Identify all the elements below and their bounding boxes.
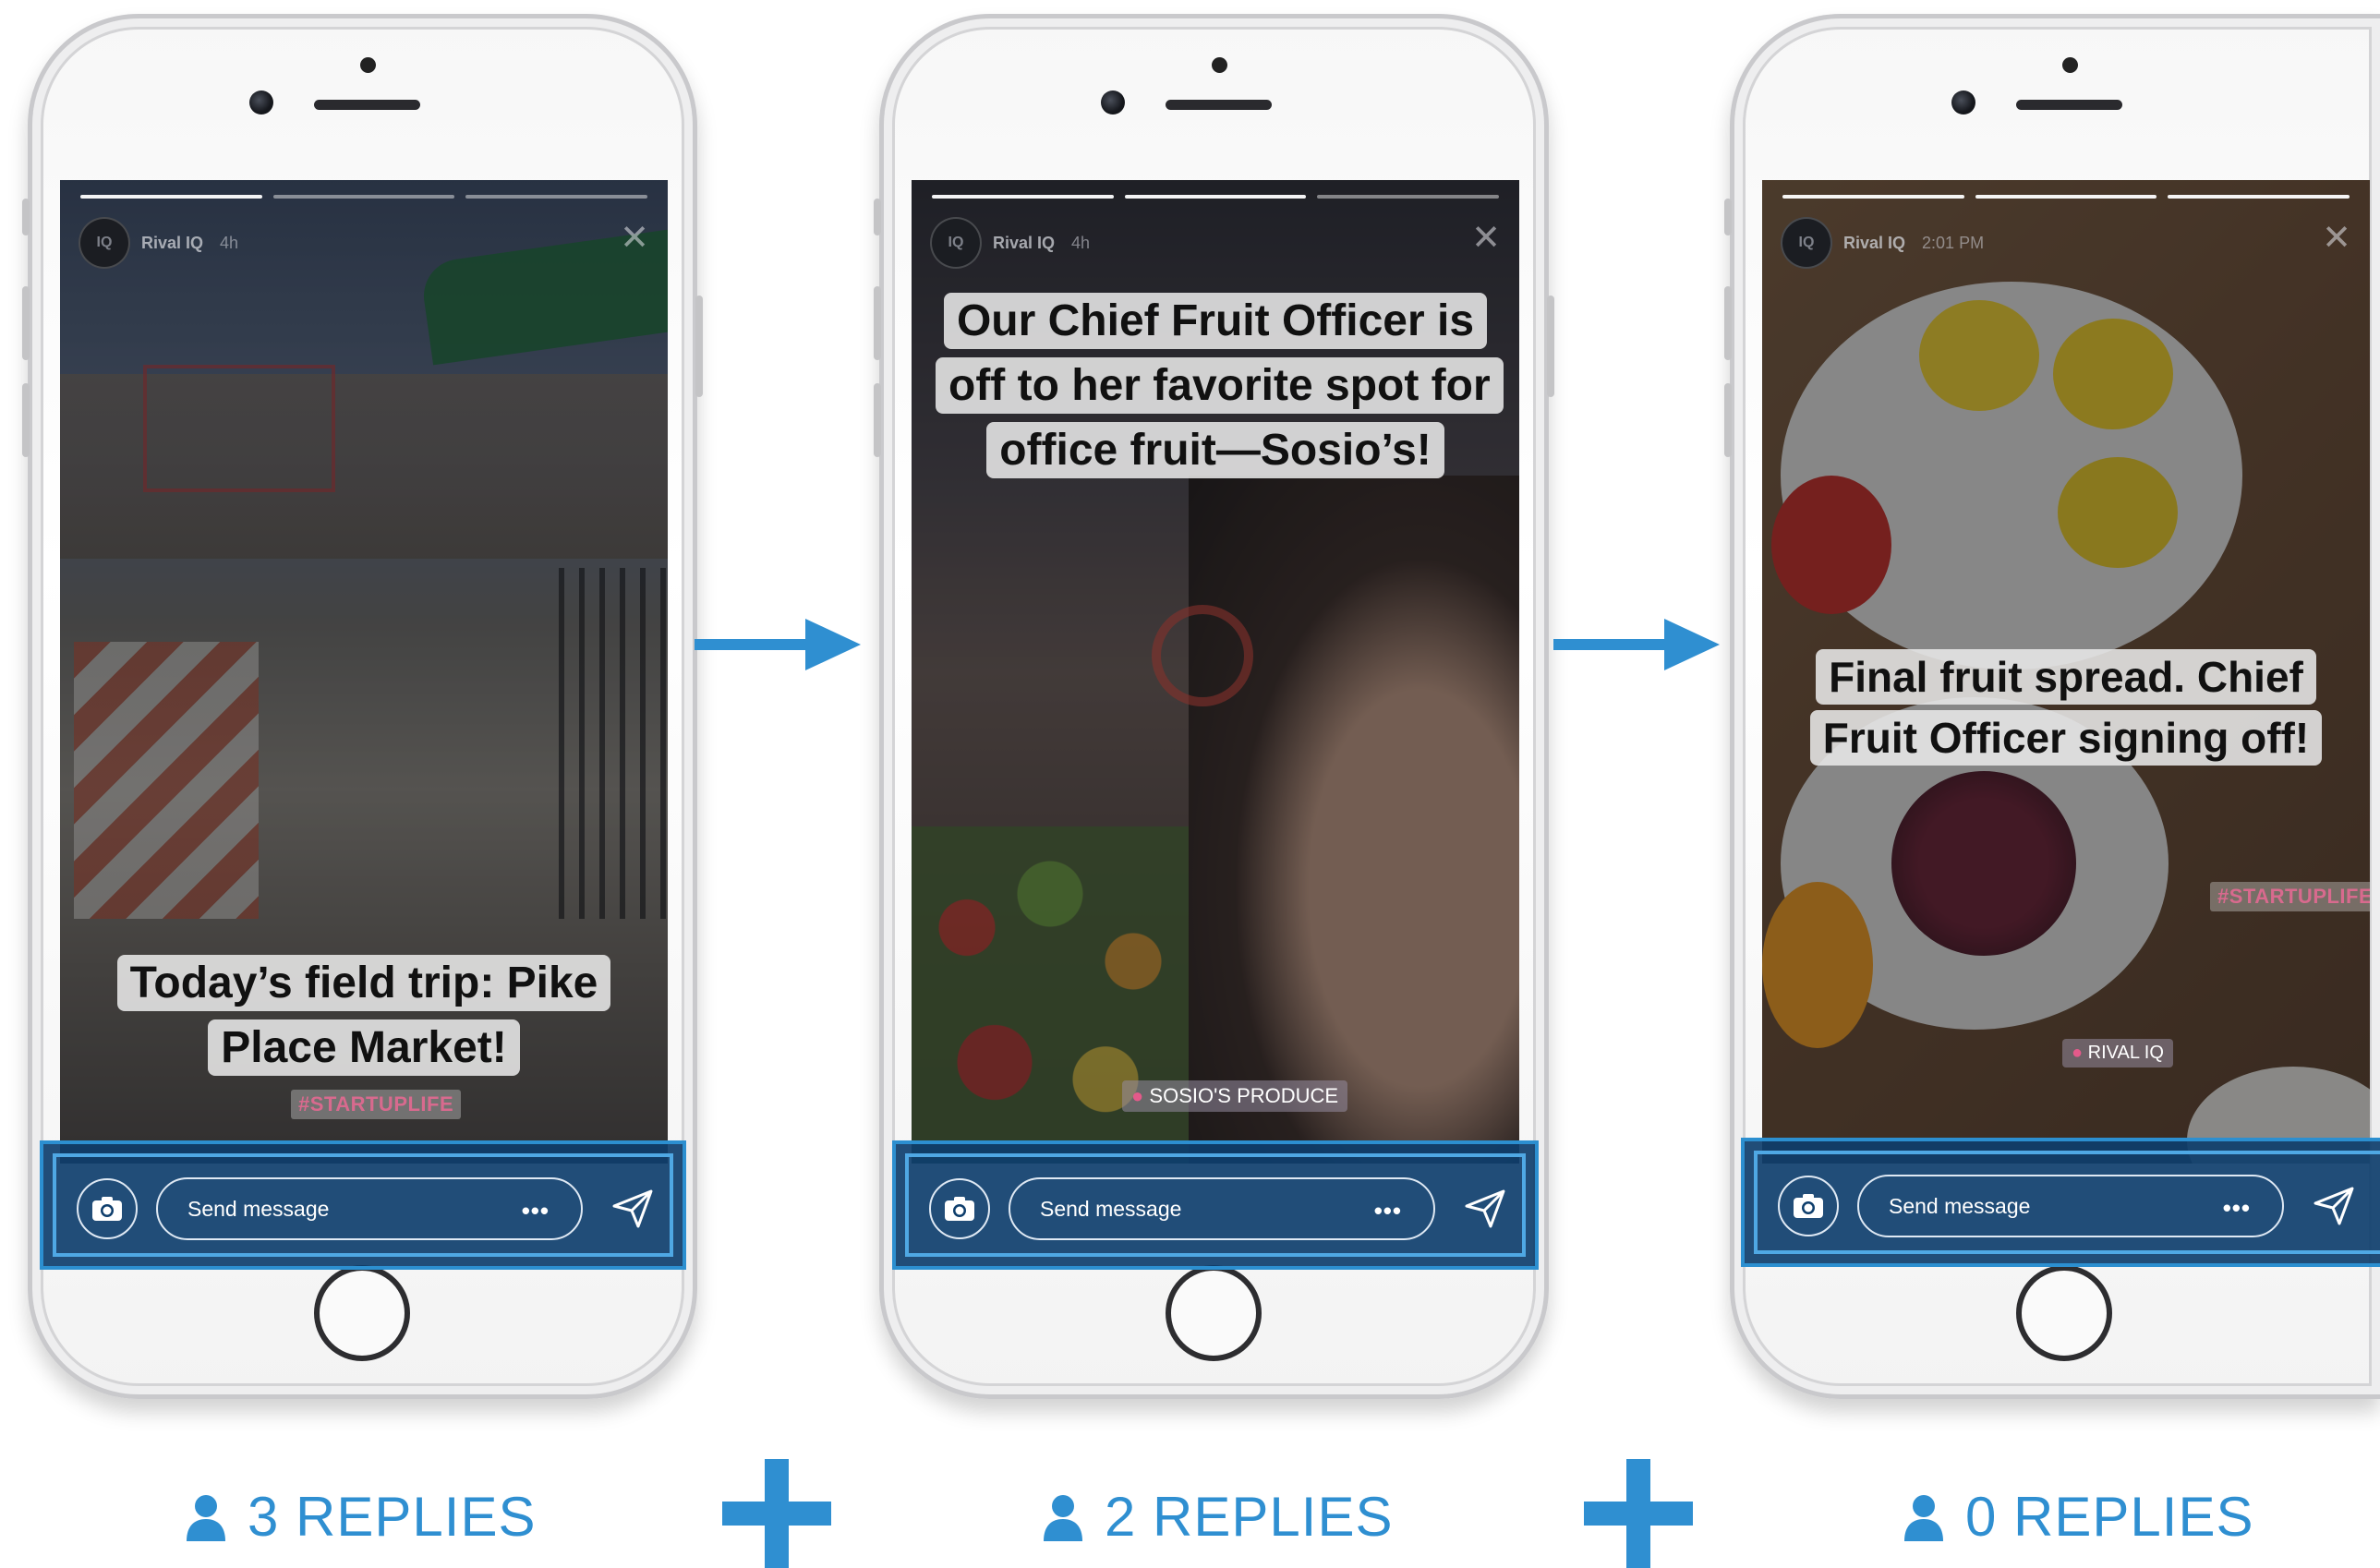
person-icon (1904, 1494, 1943, 1541)
reply-bar-highlight-3: Send message ••• (1741, 1138, 2380, 1267)
arrow-right-icon (695, 619, 861, 670)
story-timestamp: 2:01 PM (1922, 233, 1985, 252)
earpiece-speaker (314, 100, 420, 110)
replies-count-1: 3 REPLIES (185, 1485, 537, 1549)
location-sticker[interactable]: ● SOSIO'S PRODUCE (1122, 1080, 1348, 1112)
story-progress-bar (932, 195, 1500, 199)
story-header: IQ Rival IQ 2:01 PM (1781, 217, 1984, 269)
story-timestamp: 4h (1071, 233, 1091, 252)
location-sticker[interactable]: ● RIVAL IQ (2062, 1039, 2173, 1067)
story-screen-1[interactable]: IQ Rival IQ 4h ✕ Today’s field trip: Pik… (60, 180, 668, 1164)
story-progress-bar (1782, 195, 2350, 199)
account-name[interactable]: Rival IQ (141, 234, 203, 253)
front-camera (249, 90, 273, 115)
account-name[interactable]: Rival IQ (993, 234, 1055, 253)
story-caption: Our Chief Fruit Officer is off to her fa… (912, 289, 1519, 483)
story-caption: Today’s field trip: Pike Place Market! (60, 951, 668, 1080)
send-message-input[interactable]: Send message ••• (1009, 1177, 1435, 1240)
camera-button[interactable] (77, 1178, 138, 1239)
reply-bar-highlight-1: Send message ••• (40, 1140, 686, 1270)
front-camera (1101, 90, 1125, 115)
proximity-sensor (2062, 57, 2078, 73)
avatar[interactable]: IQ (930, 217, 982, 269)
camera-icon (945, 1197, 974, 1221)
replies-count-2: 2 REPLIES (1042, 1485, 1394, 1549)
reply-bar-highlight-2: Send message ••• (892, 1140, 1539, 1270)
avatar[interactable]: IQ (79, 217, 130, 269)
close-icon[interactable]: ✕ (618, 221, 651, 256)
close-icon[interactable]: ✕ (2320, 221, 2353, 256)
story-progress-bar (80, 195, 648, 199)
paper-plane-send-icon[interactable] (2312, 1183, 2356, 1227)
camera-button[interactable] (1778, 1176, 1839, 1236)
hashtag-sticker[interactable]: #STARTUPLIFE (291, 1090, 462, 1119)
story-caption: Final fruit spread. Chief Fruit Officer … (1762, 646, 2370, 768)
story-screen-2[interactable]: IQ Rival IQ 4h ✕ Our Chief Fruit Officer… (912, 180, 1519, 1164)
paper-plane-send-icon[interactable] (610, 1186, 655, 1230)
camera-button[interactable] (929, 1178, 990, 1239)
plus-icon (1584, 1459, 1693, 1568)
avatar[interactable]: IQ (1781, 217, 1832, 269)
replies-label: 2 REPLIES (1105, 1486, 1394, 1548)
hashtag-sticker[interactable]: #STARTUPLIFE (2210, 882, 2370, 911)
home-button[interactable] (314, 1265, 410, 1361)
story-screen-3[interactable]: IQ Rival IQ 2:01 PM ✕ Final fruit spread… (1762, 180, 2370, 1164)
more-dots-icon[interactable]: ••• (2223, 1194, 2251, 1223)
send-message-input[interactable]: Send message ••• (156, 1177, 583, 1240)
earpiece-speaker (1166, 100, 1272, 110)
story-header: IQ Rival IQ 4h (930, 217, 1090, 269)
earpiece-speaker (2016, 100, 2122, 110)
send-message-input[interactable]: Send message ••• (1857, 1175, 2284, 1237)
send-message-placeholder: Send message (1040, 1196, 1182, 1221)
account-name[interactable]: Rival IQ (1843, 234, 1905, 253)
home-button[interactable] (2016, 1265, 2112, 1361)
front-camera (1951, 90, 1975, 115)
more-dots-icon[interactable]: ••• (522, 1197, 550, 1225)
send-message-placeholder: Send message (1889, 1193, 2031, 1218)
more-dots-icon[interactable]: ••• (1374, 1197, 1402, 1225)
proximity-sensor (1212, 57, 1227, 73)
proximity-sensor (360, 57, 376, 73)
home-button[interactable] (1166, 1265, 1262, 1361)
person-icon (1044, 1494, 1082, 1541)
send-message-placeholder: Send message (187, 1196, 330, 1221)
camera-icon (1794, 1194, 1823, 1218)
story-header: IQ Rival IQ 4h (79, 217, 238, 269)
paper-plane-send-icon[interactable] (1463, 1186, 1507, 1230)
person-icon (187, 1494, 225, 1541)
camera-icon (92, 1197, 122, 1221)
story-timestamp: 4h (220, 233, 239, 252)
close-icon[interactable]: ✕ (1469, 221, 1503, 256)
replies-label: 3 REPLIES (248, 1486, 537, 1548)
replies-count-3: 0 REPLIES (1903, 1485, 2254, 1549)
arrow-right-icon (1553, 619, 1720, 670)
plus-icon (722, 1459, 831, 1568)
replies-label: 0 REPLIES (1965, 1486, 2254, 1548)
